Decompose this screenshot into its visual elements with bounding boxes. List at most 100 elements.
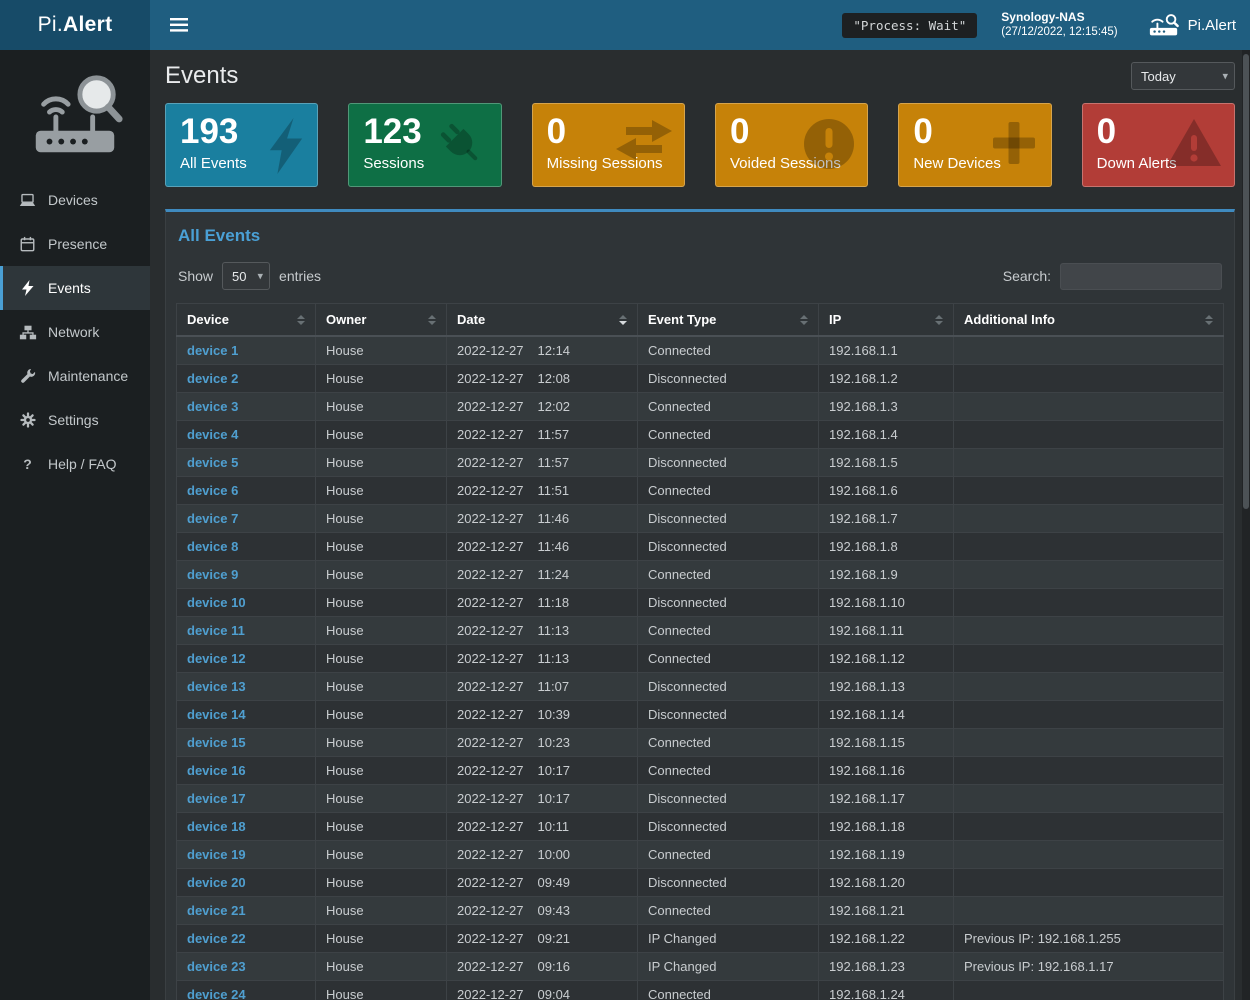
ip-cell: 192.168.1.19 — [819, 841, 954, 869]
additional-info-cell: Previous IP: 192.168.1.17 — [954, 953, 1224, 981]
sidebar-item-maintenance[interactable]: Maintenance — [0, 354, 150, 398]
date-cell: 2022-12-2711:24 — [447, 561, 638, 589]
sidebar-toggle-button[interactable] — [166, 12, 192, 38]
date-cell: 2022-12-2711:18 — [447, 589, 638, 617]
event-type-cell: Connected — [638, 897, 819, 925]
owner-cell: House — [316, 869, 447, 897]
device-link[interactable]: device 16 — [187, 763, 246, 778]
table-row: device 1 House 2022-12-2712:14 Connected… — [177, 336, 1224, 365]
ip-cell: 192.168.1.6 — [819, 477, 954, 505]
card-missing-sessions[interactable]: 0 Missing Sessions — [532, 103, 685, 187]
scrollbar-thumb[interactable] — [1243, 54, 1249, 509]
device-link[interactable]: device 5 — [187, 455, 238, 470]
col-date[interactable]: Date — [447, 304, 638, 337]
sidebar-item-presence[interactable]: Presence — [0, 222, 150, 266]
device-link[interactable]: device 12 — [187, 651, 246, 666]
table-row: device 10 House 2022-12-2711:18 Disconne… — [177, 589, 1224, 617]
col-event-type[interactable]: Event Type — [638, 304, 819, 337]
sidebar-item-label: Maintenance — [48, 368, 128, 384]
additional-info-cell — [954, 897, 1224, 925]
router-magnifier-icon — [1148, 13, 1180, 37]
device-link[interactable]: device 21 — [187, 903, 246, 918]
additional-info-cell — [954, 533, 1224, 561]
ip-cell: 192.168.1.18 — [819, 813, 954, 841]
table-row: device 6 House 2022-12-2711:51 Connected… — [177, 477, 1224, 505]
device-link[interactable]: device 20 — [187, 875, 246, 890]
device-link[interactable]: device 1 — [187, 343, 238, 358]
device-link[interactable]: device 6 — [187, 483, 238, 498]
device-link[interactable]: device 18 — [187, 819, 246, 834]
event-type-cell: Disconnected — [638, 533, 819, 561]
vertical-scrollbar[interactable] — [1242, 50, 1250, 1000]
laptop-icon — [18, 193, 37, 208]
date-cell: 2022-12-2712:14 — [447, 336, 638, 365]
show-label: Show — [178, 268, 213, 284]
owner-cell: House — [316, 701, 447, 729]
owner-cell: House — [316, 449, 447, 477]
ip-cell: 192.168.1.1 — [819, 336, 954, 365]
additional-info-cell — [954, 449, 1224, 477]
event-type-cell: Connected — [638, 421, 819, 449]
sort-icon — [935, 315, 943, 325]
table-row: device 7 House 2022-12-2711:46 Disconnec… — [177, 505, 1224, 533]
process-status-badge: "Process: Wait" — [842, 13, 977, 38]
device-link[interactable]: device 23 — [187, 959, 246, 974]
device-link[interactable]: device 11 — [187, 623, 245, 638]
table-row: device 19 House 2022-12-2710:00 Connecte… — [177, 841, 1224, 869]
sort-icon-active — [619, 315, 627, 325]
card-down-alerts[interactable]: 0 Down Alerts — [1082, 103, 1235, 187]
device-link[interactable]: device 15 — [187, 735, 246, 750]
period-select-wrap: Today — [1131, 62, 1235, 90]
date-cell: 2022-12-2711:07 — [447, 673, 638, 701]
col-additional-info[interactable]: Additional Info — [954, 304, 1224, 337]
brand-logo[interactable]: Pi.Alert — [0, 0, 150, 50]
date-cell: 2022-12-2710:17 — [447, 757, 638, 785]
sidebar-item-devices[interactable]: Devices — [0, 178, 150, 222]
device-link[interactable]: device 22 — [187, 931, 246, 946]
exclamation-circle-icon — [803, 118, 855, 175]
col-device[interactable]: Device — [177, 304, 316, 337]
event-type-cell: Disconnected — [638, 673, 819, 701]
additional-info-cell — [954, 757, 1224, 785]
device-link[interactable]: device 14 — [187, 707, 246, 722]
device-link[interactable]: device 19 — [187, 847, 246, 862]
device-link[interactable]: device 24 — [187, 987, 246, 1000]
device-link[interactable]: device 4 — [187, 427, 238, 442]
col-ip[interactable]: IP — [819, 304, 954, 337]
col-owner[interactable]: Owner — [316, 304, 447, 337]
sidebar-item-network[interactable]: Network — [0, 310, 150, 354]
ip-cell: 192.168.1.10 — [819, 589, 954, 617]
additional-info-cell — [954, 869, 1224, 897]
sidebar-item-events[interactable]: Events — [0, 266, 150, 310]
period-select[interactable]: Today — [1131, 62, 1235, 90]
sidebar-item-help[interactable]: ? Help / FAQ — [0, 442, 150, 486]
event-type-cell: Connected — [638, 757, 819, 785]
sidebar: Devices Presence Events Network Maintena… — [0, 50, 150, 1000]
device-link[interactable]: device 17 — [187, 791, 246, 806]
device-link[interactable]: device 7 — [187, 511, 238, 526]
additional-info-cell — [954, 617, 1224, 645]
events-table: Device Owner Date Event Type IP Addition… — [176, 303, 1224, 1000]
bolt-icon — [18, 280, 37, 296]
device-link[interactable]: device 2 — [187, 371, 238, 386]
ip-cell: 192.168.1.15 — [819, 729, 954, 757]
device-link[interactable]: device 13 — [187, 679, 246, 694]
card-all-events[interactable]: 193 All Events — [165, 103, 318, 187]
ip-cell: 192.168.1.22 — [819, 925, 954, 953]
device-link[interactable]: device 3 — [187, 399, 238, 414]
card-new-devices[interactable]: 0 New Devices — [898, 103, 1051, 187]
device-link[interactable]: device 9 — [187, 567, 238, 582]
additional-info-cell — [954, 421, 1224, 449]
device-link[interactable]: device 10 — [187, 595, 246, 610]
sidebar-item-settings[interactable]: Settings — [0, 398, 150, 442]
card-voided-sessions[interactable]: 0 Voided Sessions — [715, 103, 868, 187]
card-sessions[interactable]: 123 Sessions — [348, 103, 501, 187]
sort-icon — [428, 315, 436, 325]
date-cell: 2022-12-2711:13 — [447, 645, 638, 673]
event-type-cell: Connected — [638, 561, 819, 589]
device-link[interactable]: device 8 — [187, 539, 238, 554]
additional-info-cell — [954, 841, 1224, 869]
page-size-select[interactable]: 50 — [222, 262, 270, 290]
event-type-cell: Connected — [638, 477, 819, 505]
search-input[interactable] — [1060, 263, 1222, 290]
